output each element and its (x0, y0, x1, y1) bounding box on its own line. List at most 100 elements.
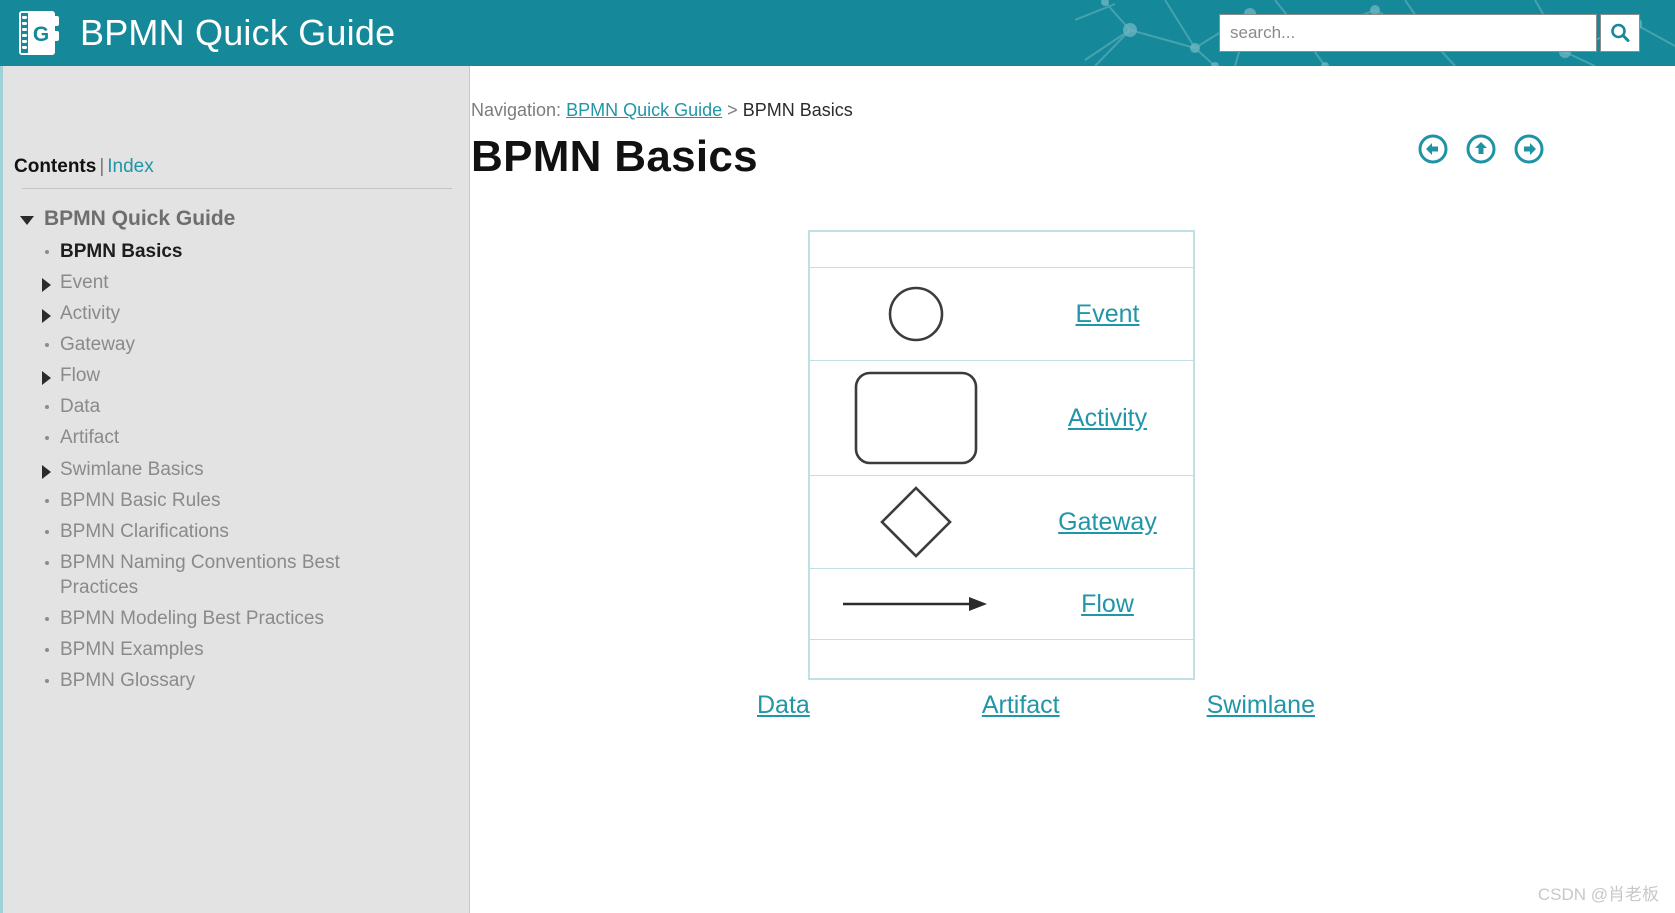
breadcrumb-link-bpmn-quick-guide[interactable]: BPMN Quick Guide (566, 100, 722, 120)
circle-arrow-left-icon (1426, 143, 1438, 155)
sidebar-item-label: BPMN Examples (60, 639, 204, 661)
link-flow[interactable]: Flow (1081, 590, 1134, 619)
link-event[interactable]: Event (1076, 300, 1140, 329)
search-input[interactable] (1219, 14, 1597, 52)
sidebar-item-label: Swimlane Basics (60, 458, 204, 480)
sidebar-item-bpmn-naming-conventions-best-practices[interactable]: BPMN Naming Conventions Best Practices (18, 547, 458, 603)
chevron-right-icon[interactable] (42, 464, 51, 479)
table-row-event: Event (810, 268, 1193, 361)
up-button[interactable] (1466, 134, 1496, 164)
chevron-right-icon[interactable] (42, 371, 51, 386)
cell-shape-flow (810, 569, 1022, 639)
sidebar-item-gateway[interactable]: Gateway (18, 329, 458, 360)
breadcrumb-prefix: Navigation: (471, 100, 562, 120)
sidebar-item-bpmn-basics[interactable]: BPMN Basics (18, 236, 458, 267)
bpmn-flow-arrow-icon (843, 597, 987, 611)
tree-root-label: BPMN Quick Guide (44, 207, 236, 230)
cell-label-flow: Flow (1022, 569, 1193, 639)
sidebar-item-bpmn-basic-rules[interactable]: BPMN Basic Rules (18, 485, 458, 516)
breadcrumb-separator: > (727, 100, 738, 120)
cell-label-event: Event (1022, 268, 1193, 360)
sidebar-item-activity[interactable]: Activity (18, 298, 458, 329)
link-artifact[interactable]: Artifact (982, 691, 1060, 720)
page-nav-buttons (1418, 134, 1544, 164)
bullet-dot-icon (45, 405, 49, 410)
cell-label-activity: Activity (1022, 361, 1193, 475)
bottom-links-row: Data Artifact Swimlane (741, 691, 1481, 720)
search-area (1219, 14, 1640, 52)
index-tab[interactable]: Index (107, 156, 153, 177)
bullet-dot-icon (45, 529, 49, 534)
circle-arrow-up-icon (1475, 142, 1487, 154)
bpmn-elements-table: Event Activity Gateway Flow (808, 230, 1195, 680)
bullet-dot-icon (45, 560, 49, 565)
main-content: Navigation: BPMN Quick Guide > BPMN Basi… (471, 66, 1675, 913)
cell-shape-activity (810, 361, 1022, 475)
bullet-dot-icon (45, 648, 49, 653)
watermark: CSDN @肖老板 (1537, 885, 1659, 904)
app-title: BPMN Quick Guide (80, 12, 396, 53)
sidebar-item-event[interactable]: Event (18, 267, 458, 298)
sidebar: Contents | Index BPMN Quick Guide BPMN Bas… (0, 66, 470, 913)
sidebar-item-artifact[interactable]: Artifact (18, 422, 458, 453)
page-root: G BPMN Quick Guide Contents|Index BPMN Q… (0, 0, 1675, 913)
sidebar-item-label: Gateway (60, 334, 135, 356)
sidebar-item-swimlane-basics[interactable]: Swimlane Basics (18, 454, 458, 485)
chevron-right-icon[interactable] (42, 278, 51, 293)
sidebar-item-data[interactable]: Data (18, 391, 458, 422)
sidebar-item-label: Activity (60, 303, 121, 325)
breadcrumb: Navigation: BPMN Quick Guide > BPMN Basi… (471, 100, 853, 121)
svg-text:G: G (33, 23, 49, 46)
bullet-dot-icon (45, 616, 49, 621)
sidebar-divider (22, 188, 452, 189)
bpmn-gateway-diamond-icon (880, 486, 952, 558)
sidebar-item-label: Artifact (60, 427, 120, 449)
contents-tree: BPMN Quick Guide BPMN Basics Event Activit… (18, 204, 458, 696)
back-button[interactable] (1418, 134, 1448, 164)
table-row-flow: Flow (810, 569, 1193, 640)
sidebar-item-bpmn-glossary[interactable]: BPMN Glossary (18, 665, 458, 696)
sidebar-item-label: BPMN Clarifications (60, 520, 229, 542)
contents-tab[interactable]: Contents (14, 156, 96, 177)
cell-shape-empty-bottom (810, 640, 1022, 678)
bullet-dot-icon (45, 250, 49, 254)
sidebar-item-label: Flow (60, 365, 101, 387)
forward-button[interactable] (1514, 134, 1544, 164)
table-row-gateway: Gateway (810, 476, 1193, 569)
chevron-right-icon[interactable] (42, 309, 51, 324)
bpmn-activity-rounded-rect-icon (854, 371, 978, 465)
tree-root-bpmn-quick-guide[interactable]: BPMN Quick Guide (18, 204, 458, 236)
bullet-dot-icon (45, 343, 49, 348)
table-row-activity: Activity (810, 361, 1193, 476)
bullet-dot-icon (45, 436, 49, 441)
link-activity[interactable]: Activity (1068, 404, 1147, 433)
sidebar-item-bpmn-clarifications[interactable]: BPMN Clarifications (18, 516, 458, 547)
sidebar-item-label: BPMN Glossary (60, 670, 196, 692)
sidebar-item-bpmn-modeling-best-practices[interactable]: BPMN Modeling Best Practices (18, 603, 458, 634)
sidebar-item-bpmn-examples[interactable]: BPMN Examples (18, 634, 458, 665)
sidebar-item-label: BPMN Naming Conventions Best Practices (60, 551, 340, 598)
sidebar-item-flow[interactable]: Flow (18, 360, 458, 391)
sidebar-item-label: BPMN Modeling Best Practices (60, 607, 324, 629)
bullet-dot-icon (45, 679, 49, 684)
sidebar-accent-bar (0, 66, 3, 913)
chevron-down-icon[interactable] (20, 216, 34, 225)
contents-separator: | (99, 156, 105, 177)
notebook-g-icon: G (19, 11, 59, 55)
sidebar-item-label: Event (60, 272, 109, 294)
table-row-header-empty (810, 232, 1193, 268)
breadcrumb-current: BPMN Basics (742, 100, 853, 120)
link-data[interactable]: Data (757, 691, 810, 720)
search-button[interactable] (1600, 14, 1640, 52)
link-swimlane[interactable]: Swimlane (1207, 691, 1315, 720)
cell-label-empty-top (1022, 232, 1193, 267)
search-icon (1611, 23, 1630, 42)
circle-arrow-right-icon (1524, 143, 1536, 155)
table-row-footer-empty (810, 640, 1193, 678)
app-header: G BPMN Quick Guide (0, 0, 1675, 66)
sidebar-item-label: Data (60, 396, 101, 418)
sidebar-item-label: BPMN Basic Rules (60, 489, 221, 511)
link-gateway[interactable]: Gateway (1058, 508, 1157, 537)
cell-label-empty-bottom (1022, 640, 1193, 678)
contents-index-bar: Contents | Index (14, 156, 154, 178)
